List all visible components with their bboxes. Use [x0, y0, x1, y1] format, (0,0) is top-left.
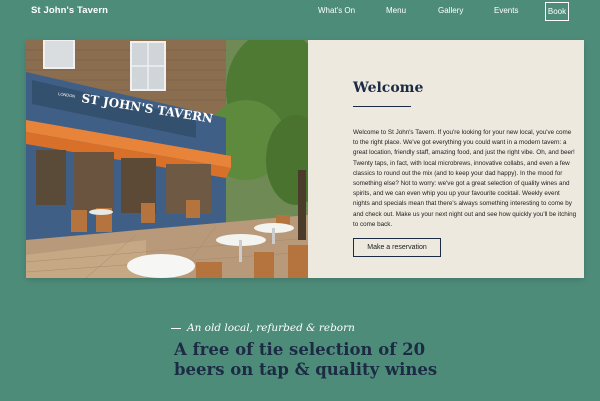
- book-button[interactable]: Book: [545, 2, 569, 21]
- nav-link-menu[interactable]: Menu: [386, 6, 406, 15]
- hero-section: ST JOHN'S TAVERN LONDON Welcome Welcome …: [26, 40, 584, 278]
- welcome-title: Welcome: [353, 80, 424, 96]
- nav-link-events[interactable]: Events: [494, 6, 518, 15]
- tagline-text: An old local, refurbed & reborn: [187, 322, 355, 334]
- tavern-photo: ST JOHN'S TAVERN LONDON: [26, 40, 308, 278]
- site-header: St John's Tavern What's On Menu Gallery …: [0, 0, 600, 24]
- tagline: An old local, refurbed & reborn: [171, 322, 355, 334]
- title-divider: [353, 106, 411, 107]
- tagline-dash: [171, 327, 181, 329]
- welcome-panel: Welcome Welcome to St John's Tavern. If …: [308, 40, 584, 278]
- make-reservation-button[interactable]: Make a reservation: [353, 238, 441, 257]
- main-nav: What's On Menu Gallery Events: [0, 6, 600, 20]
- nav-link-whats-on[interactable]: What's On: [318, 6, 355, 15]
- intro-headline: A free of tie selection of 20 beers on t…: [174, 340, 438, 379]
- nav-link-gallery[interactable]: Gallery: [438, 6, 463, 15]
- welcome-body-text: Welcome to St John's Tavern. If you're l…: [353, 129, 577, 228]
